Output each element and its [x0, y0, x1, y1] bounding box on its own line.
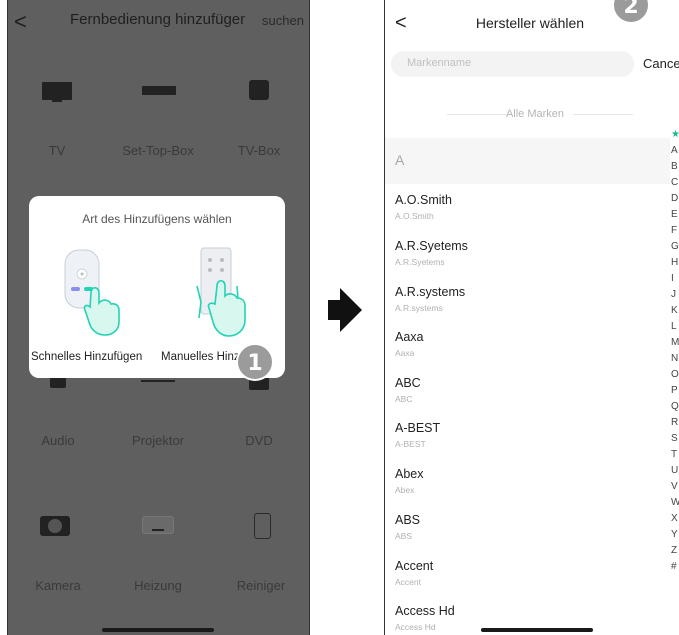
brand-item-sub: A.R.systems: [395, 303, 443, 313]
projector-icon[interactable]: [141, 380, 175, 382]
brand-item-sub: A-BEST: [395, 439, 426, 449]
brand-item[interactable]: Aaxa: [395, 330, 424, 344]
purifier-icon[interactable]: [254, 513, 271, 539]
brand-item-sub: A.R.Syetems: [395, 257, 445, 267]
index-letter[interactable]: D: [671, 193, 678, 204]
index-letter[interactable]: V: [671, 481, 678, 492]
index-letter[interactable]: S: [671, 433, 678, 444]
search-button[interactable]: suchen: [262, 13, 304, 28]
home-indicator: [102, 628, 214, 632]
index-letter[interactable]: W: [671, 497, 679, 508]
index-letter[interactable]: L: [671, 321, 677, 332]
quick-add-option[interactable]: Schnelles Hinzufügen: [31, 351, 142, 363]
section-header-a: [385, 138, 670, 184]
page-title: Fernbedienung hinzufügen: [70, 11, 245, 28]
brand-item[interactable]: ABC: [395, 376, 421, 390]
manual-add-illustration[interactable]: [187, 246, 257, 338]
device-label-tv[interactable]: TV: [8, 143, 107, 158]
brand-item[interactable]: Accent: [395, 559, 433, 573]
index-letter[interactable]: Z: [671, 545, 677, 556]
index-letter[interactable]: T: [671, 449, 677, 460]
index-letter[interactable]: P: [671, 385, 678, 396]
divider: [573, 114, 633, 115]
index-letter[interactable]: J: [671, 289, 676, 300]
settopbox-icon[interactable]: [142, 86, 176, 95]
device-label-audio[interactable]: Audio: [8, 433, 108, 448]
index-letter[interactable]: Q: [671, 401, 679, 412]
brand-item[interactable]: A.R.systems: [395, 285, 465, 299]
tv-stand-icon: [52, 100, 62, 102]
all-brands-heading: Alle Marken: [505, 108, 565, 120]
index-letter[interactable]: B: [671, 161, 678, 172]
index-letter[interactable]: F: [671, 225, 677, 236]
device-label-settopbox[interactable]: Set-Top-Box: [108, 143, 208, 158]
brand-item-sub: Access Hd: [395, 622, 436, 632]
brand-item-sub: Abex: [395, 485, 415, 495]
brand-item[interactable]: A.O.Smith: [395, 193, 452, 207]
device-label-projector[interactable]: Projektor: [108, 433, 208, 448]
brand-item-sub: A.O.Smith: [395, 211, 434, 221]
index-letter[interactable]: A: [671, 145, 678, 156]
index-letter[interactable]: U: [671, 465, 678, 476]
brand-item-sub: ABS: [395, 531, 413, 541]
device-label-heater[interactable]: Heizung: [108, 578, 208, 593]
brand-item-sub: ABC: [395, 394, 413, 404]
index-letter[interactable]: O: [671, 369, 679, 380]
device-label-tvbox[interactable]: TV-Box: [209, 143, 309, 158]
brand-search-placeholder: Markenname: [407, 57, 472, 69]
index-star-icon[interactable]: ★: [671, 129, 679, 140]
brand-item[interactable]: Access Hd: [395, 604, 455, 618]
home-indicator: [481, 628, 593, 632]
index-letter[interactable]: N: [671, 353, 678, 364]
index-letter[interactable]: I: [671, 273, 674, 284]
device-label-dvd[interactable]: DVD: [209, 433, 309, 448]
index-letter[interactable]: Y: [671, 529, 678, 540]
dialog-title: Art des Hinzufügens wählen: [82, 212, 232, 226]
index-letter[interactable]: E: [671, 209, 678, 220]
section-letter: A: [395, 152, 405, 168]
brand-item[interactable]: Abex: [395, 467, 424, 481]
tv-icon[interactable]: [42, 82, 72, 100]
device-label-purifier[interactable]: Reiniger: [211, 578, 309, 593]
brand-item[interactable]: ABS: [395, 513, 420, 527]
back-button[interactable]: <: [14, 9, 27, 35]
device-label-camera[interactable]: Kamera: [8, 578, 108, 593]
brand-item-sub: Aaxa: [395, 348, 415, 358]
heater-icon[interactable]: [142, 516, 174, 534]
index-letter[interactable]: R: [671, 417, 678, 428]
index-letter[interactable]: X: [671, 513, 678, 524]
index-letter[interactable]: C: [671, 177, 678, 188]
brand-item-sub: Accent: [395, 577, 421, 587]
heater-slot-icon: [152, 529, 164, 531]
index-letter[interactable]: #: [671, 561, 677, 572]
cancel-button[interactable]: Cancel: [643, 56, 679, 71]
index-letter[interactable]: K: [671, 305, 678, 316]
index-letter[interactable]: M: [671, 337, 679, 348]
brand-item[interactable]: A-BEST: [395, 421, 440, 435]
manufacturer-screen: < Hersteller wählen Markenname Cancel Al…: [384, 0, 679, 635]
index-letter[interactable]: G: [671, 241, 679, 252]
tvbox-icon[interactable]: [249, 80, 269, 100]
quick-add-illustration[interactable]: [61, 248, 131, 338]
index-letter[interactable]: H: [671, 257, 678, 268]
step-badge-1: 1: [236, 343, 274, 381]
brand-item[interactable]: A.R.Syetems: [395, 239, 468, 253]
arrow-right-icon: [328, 288, 362, 332]
camera-lens-icon: [48, 519, 62, 533]
